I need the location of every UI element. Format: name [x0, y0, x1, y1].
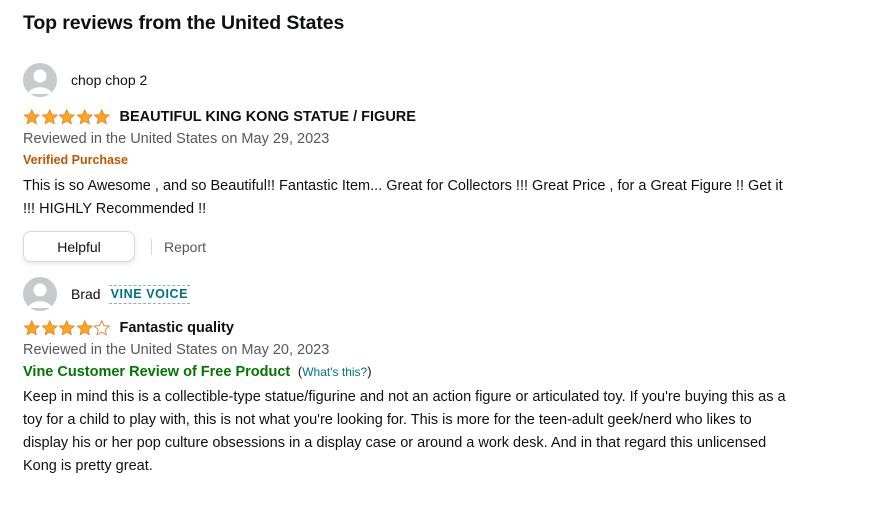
- reviewer-profile[interactable]: Brad VINE VOICE: [23, 277, 858, 311]
- verified-purchase-badge: Verified Purchase: [23, 153, 128, 167]
- whats-this-link[interactable]: What's this?: [302, 365, 367, 379]
- action-divider: [151, 238, 152, 255]
- report-link[interactable]: Report: [164, 239, 206, 255]
- review-date: Reviewed in the United States on May 29,…: [23, 131, 330, 147]
- helpful-button[interactable]: Helpful: [23, 231, 135, 262]
- star-filled-icon: [75, 320, 93, 336]
- star-filled-icon: [23, 320, 41, 336]
- review-header: Fantastic quality: [23, 317, 858, 339]
- review-title[interactable]: Fantastic quality: [120, 317, 234, 339]
- avatar-icon: [23, 277, 57, 311]
- review-date: Reviewed in the United States on May 20,…: [23, 342, 330, 358]
- review-actions: Helpful Report: [23, 231, 858, 262]
- star-filled-icon: [58, 109, 76, 125]
- review-body: Keep in mind this is a collectible-type …: [23, 389, 786, 474]
- vine-review-label: Vine Customer Review of Free Product: [23, 364, 291, 380]
- star-rating[interactable]: [23, 109, 111, 125]
- star-filled-icon: [40, 320, 58, 336]
- review-header: BEAUTIFUL KING KONG STATUE / FIGURE: [23, 106, 858, 128]
- vine-voice-badge[interactable]: VINE VOICE: [108, 284, 191, 304]
- section-title: Top reviews from the United States: [23, 12, 345, 34]
- paren-close: ): [367, 364, 372, 379]
- review-card: Brad VINE VOICE Fantastic quality Review…: [23, 277, 858, 478]
- reviewer-profile[interactable]: chop chop 2: [23, 63, 858, 97]
- star-filled-icon: [40, 109, 58, 125]
- star-filled-icon: [58, 320, 76, 336]
- star-filled-icon: [23, 109, 41, 125]
- reviewer-name[interactable]: Brad: [71, 284, 101, 304]
- avatar-icon: [23, 63, 57, 97]
- reviewer-name[interactable]: chop chop 2: [71, 70, 147, 90]
- star-filled-icon: [93, 109, 111, 125]
- star-rating[interactable]: [23, 320, 111, 336]
- star-filled-icon: [75, 109, 93, 125]
- review-card: chop chop 2 BEAUTIFUL KING KONG STATUE /…: [23, 63, 858, 262]
- review-body: This is so Awesome , and so Beautiful!! …: [23, 178, 783, 217]
- review-title[interactable]: BEAUTIFUL KING KONG STATUE / FIGURE: [120, 106, 416, 128]
- star-outline-icon: [93, 320, 111, 336]
- reviews-section: Top reviews from the United States chop …: [23, 10, 858, 478]
- vine-review-line: Vine Customer Review of Free Product (Wh…: [23, 361, 858, 383]
